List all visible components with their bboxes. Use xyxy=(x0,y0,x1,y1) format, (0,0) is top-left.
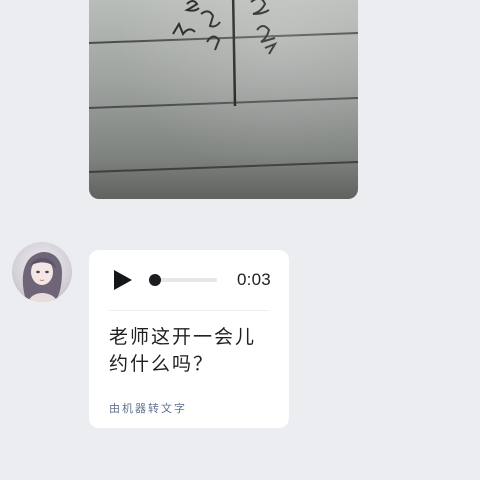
transcript-note: 由机器转文字 xyxy=(109,402,187,415)
sender-avatar[interactable] xyxy=(12,242,72,302)
notebook-photo-image xyxy=(89,0,358,173)
voice-transcript: 老师这开一会儿约什么吗？ xyxy=(109,326,257,375)
play-icon xyxy=(114,270,132,290)
voice-progress-bar[interactable] xyxy=(149,274,217,286)
voice-message-bubble[interactable]: 0:03 老师这开一会儿约什么吗？ 由机器转文字 xyxy=(89,250,289,428)
play-button[interactable] xyxy=(113,269,133,291)
girl-portrait-avatar-icon xyxy=(22,252,62,302)
voice-progress-knob[interactable] xyxy=(149,274,161,286)
divider xyxy=(109,310,269,311)
voice-duration: 0:03 xyxy=(237,270,271,289)
photo-message[interactable] xyxy=(89,0,358,199)
voice-player: 0:03 xyxy=(89,250,289,310)
